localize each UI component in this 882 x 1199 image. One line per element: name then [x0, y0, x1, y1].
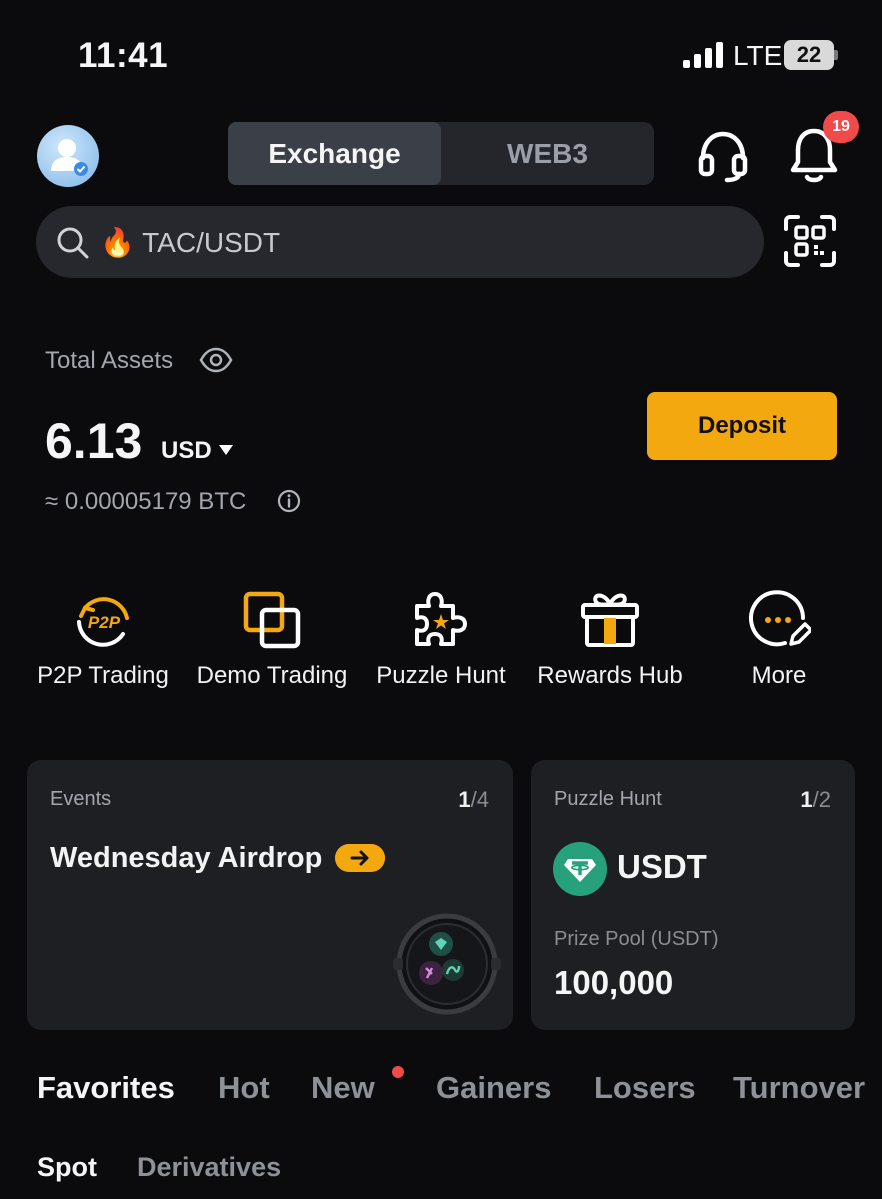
fire-icon: 🔥 [100, 227, 135, 258]
total-assets-label: Total Assets [45, 347, 174, 374]
quick-action-puzzle-hunt[interactable]: Puzzle Hunt [356, 588, 526, 690]
p2p-icon: P2P [77, 597, 129, 647]
svg-text:P2P: P2P [88, 613, 121, 632]
network-type: LTE [733, 40, 783, 71]
btc-equivalent: ≈ 0.00005179 BTC [45, 488, 247, 515]
tab-turnover[interactable]: Turnover [733, 1070, 865, 1106]
quick-action-label: Rewards Hub [537, 662, 683, 689]
puzzle-icon [415, 592, 467, 646]
more-icon [749, 590, 811, 647]
quick-action-more[interactable]: More [694, 588, 864, 690]
puzzle-pager: 1/2 [800, 787, 831, 812]
battery-icon: 22 [784, 40, 838, 70]
tab-losers[interactable]: Losers [594, 1070, 696, 1106]
status-time: 11:41 [78, 36, 169, 75]
tab-gainers[interactable]: Gainers [436, 1070, 551, 1106]
token-symbol: USDT [617, 848, 707, 885]
quick-action-label: Puzzle Hunt [376, 662, 506, 689]
event-title: Wednesday Airdrop [50, 842, 323, 874]
tab-exchange[interactable]: Exchange [228, 122, 441, 185]
airdrop-ring-illustration [393, 913, 501, 1015]
qr-scan-icon[interactable] [782, 213, 838, 269]
notification-badge: 19 [823, 111, 859, 143]
quick-action-p2p[interactable]: P2P P2P Trading [18, 588, 188, 690]
eye-icon[interactable] [199, 345, 233, 375]
user-icon [51, 139, 88, 176]
deposit-button[interactable]: Deposit [647, 392, 837, 460]
subtab-derivatives[interactable]: Derivatives [137, 1152, 281, 1183]
gift-icon [581, 593, 639, 647]
signal-icon [683, 42, 723, 68]
avatar[interactable] [37, 125, 99, 187]
exchange-web3-toggle[interactable]: Exchange WEB3 [228, 122, 654, 185]
events-card[interactable]: Events 1/4 Wednesday Airdrop [27, 760, 513, 1030]
puzzle-hunt-card[interactable]: Puzzle Hunt 1/2 USDT Prize Pool (USDT) 1… [531, 760, 855, 1030]
tab-hot[interactable]: Hot [218, 1070, 270, 1106]
subtab-spot[interactable]: Spot [37, 1152, 97, 1183]
puzzle-hunt-label: Puzzle Hunt [554, 788, 662, 810]
prize-pool-value: 100,000 [554, 964, 674, 1001]
support-headset-icon[interactable] [696, 128, 750, 184]
tab-web3[interactable]: WEB3 [441, 122, 654, 185]
quick-action-demo-trading[interactable]: Demo Trading [187, 588, 357, 690]
demo-trading-icon [243, 591, 301, 649]
quick-action-label: More [751, 662, 807, 689]
prize-pool-label: Prize Pool (USDT) [554, 928, 719, 950]
search-placeholder: TAC/USDT [142, 227, 281, 258]
info-icon[interactable] [277, 489, 301, 513]
events-pager: 1/4 [458, 787, 489, 812]
events-label: Events [50, 788, 112, 810]
quick-action-label: P2P Trading [37, 662, 169, 689]
battery-level: 22 [784, 40, 834, 70]
arrow-right-icon[interactable] [335, 844, 385, 872]
tether-usdt-icon [553, 842, 607, 896]
tab-new[interactable]: New [311, 1070, 375, 1106]
search-input[interactable]: 🔥 TAC/USDT [36, 206, 764, 278]
currency-selector[interactable]: USD [161, 437, 212, 465]
search-icon [57, 227, 89, 259]
new-indicator-dot [392, 1066, 404, 1078]
total-assets-amount: 6.13 [45, 413, 143, 469]
quick-action-label: Demo Trading [196, 662, 348, 689]
quick-action-rewards-hub[interactable]: Rewards Hub [525, 588, 695, 690]
caret-down-icon[interactable] [218, 444, 234, 456]
tab-favorites[interactable]: Favorites [37, 1070, 175, 1106]
